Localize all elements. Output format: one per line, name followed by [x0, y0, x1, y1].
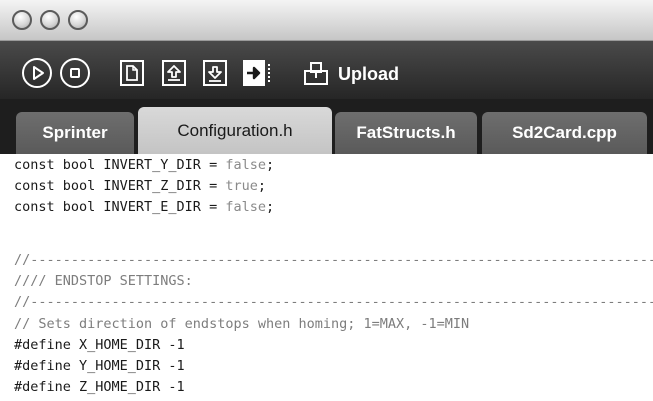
code-comment-line: // Sets direction of endstops when homin… [14, 316, 470, 332]
code-text: const bool INVERT_Z_DIR = [14, 178, 226, 194]
code-text: ; [257, 178, 266, 194]
play-icon [33, 66, 44, 80]
new-file-icon [126, 65, 138, 81]
serial-monitor-icon [247, 66, 261, 80]
code-text: const bool INVERT_Y_DIR = [14, 157, 226, 173]
board-upload-icon [304, 62, 328, 85]
title-bar [0, 0, 653, 41]
serial-monitor-button[interactable] [243, 60, 265, 86]
stop-button[interactable] [60, 58, 90, 88]
code-line: #define Z_HOME_DIR -1 [14, 379, 185, 395]
tab-configuration-h[interactable]: Configuration.h [138, 107, 332, 154]
code-text: ; [265, 157, 275, 173]
code-line: const bool INVERT_Y_DIR = false; [14, 154, 274, 176]
code-text: const bool INVERT_E_DIR = [14, 199, 226, 215]
open-button[interactable] [162, 60, 186, 86]
ide-window: Upload Sprinter Configuration.h FatStruc… [0, 0, 653, 401]
code-comment-line: //// ENDSTOP SETTINGS: [14, 273, 193, 289]
minimize-window-button[interactable] [40, 10, 60, 30]
code-literal: true [225, 178, 258, 194]
code-comment-line: //--------------------------------------… [14, 294, 653, 310]
save-button[interactable] [203, 60, 227, 86]
code-comment-line: //--------------------------------------… [14, 252, 653, 268]
code-literal: false [225, 157, 266, 173]
code-line: const bool INVERT_Z_DIR = true; [14, 175, 266, 197]
close-window-button[interactable] [12, 10, 32, 30]
verify-button[interactable] [22, 58, 52, 88]
code-line: #define X_HOME_DIR -1 [14, 337, 185, 353]
serial-dots-icon [268, 64, 270, 82]
upload-arrow-icon [167, 65, 181, 81]
download-arrow-icon [208, 66, 222, 82]
tab-sprinter[interactable]: Sprinter [16, 112, 134, 154]
tab-fatstructs-h[interactable]: FatStructs.h [335, 112, 477, 154]
zoom-window-button[interactable] [68, 10, 88, 30]
upload-button[interactable] [302, 60, 332, 86]
code-editor[interactable]: const bool INVERT_Y_DIR = false; const b… [0, 154, 653, 401]
code-line: const bool INVERT_E_DIR = false; [14, 196, 274, 218]
stop-icon [70, 68, 80, 78]
code-line: #define Y_HOME_DIR -1 [14, 358, 185, 374]
new-button[interactable] [120, 60, 144, 86]
code-text: ; [265, 199, 275, 215]
upload-label[interactable]: Upload [338, 63, 399, 85]
tab-sd2card-cpp[interactable]: Sd2Card.cpp [482, 112, 647, 154]
code-literal: false [225, 199, 266, 215]
